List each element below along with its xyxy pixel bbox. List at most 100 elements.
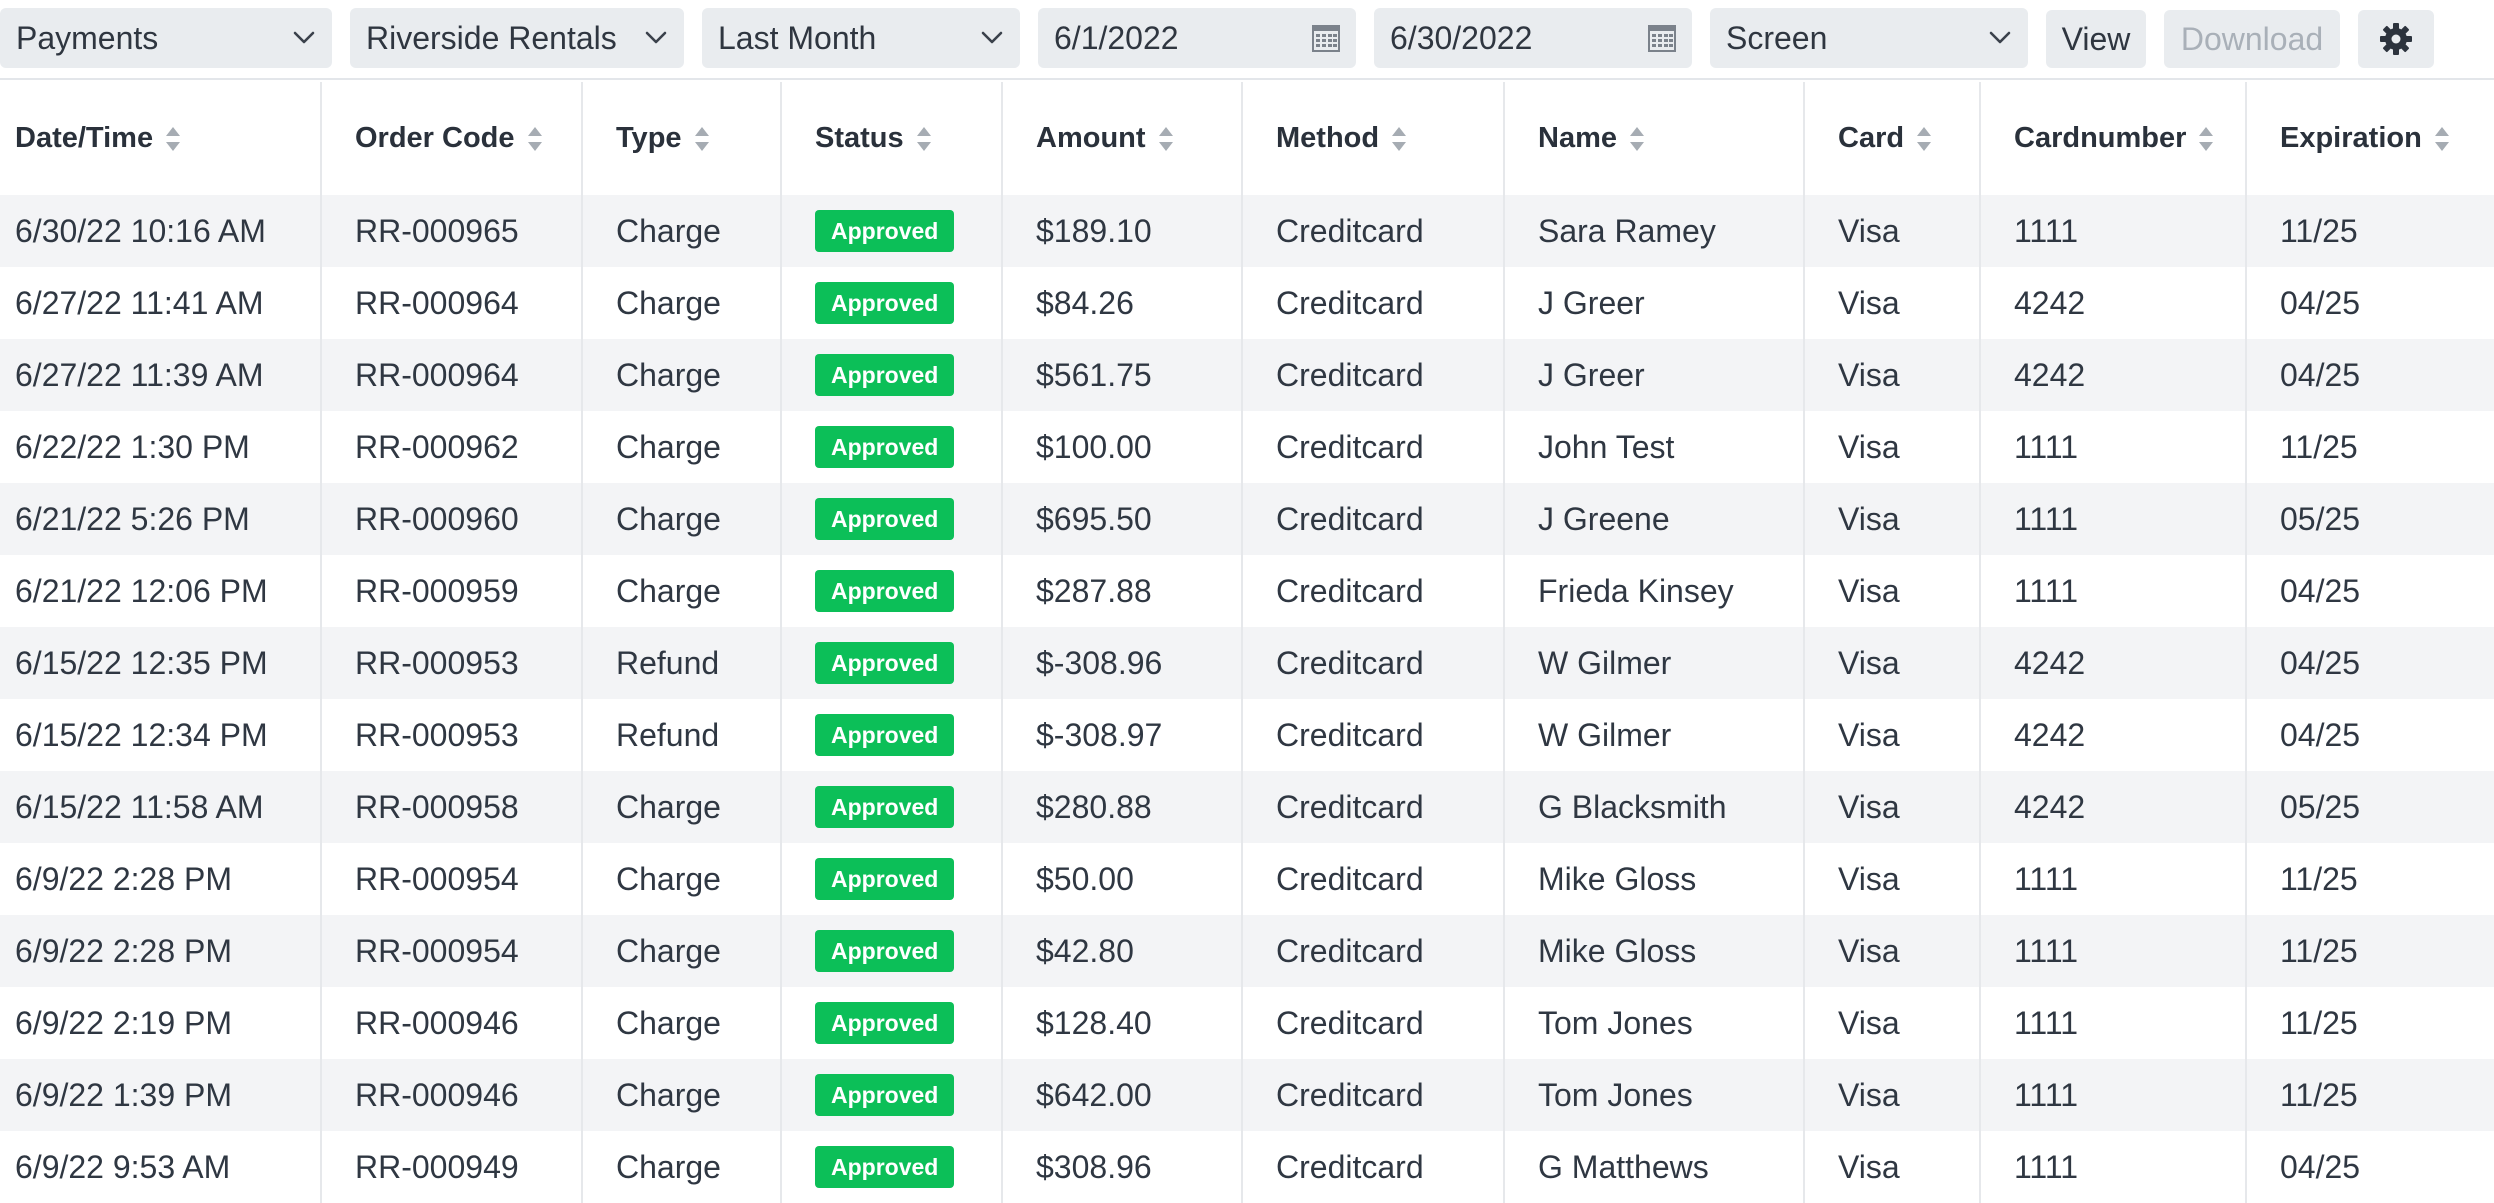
cell-name: Mike Gloss (1505, 915, 1805, 987)
cell-method: Creditcard (1243, 555, 1505, 627)
sort-icon[interactable] (2434, 125, 2450, 153)
cell-status: Approved (782, 411, 1003, 483)
cell-name: Tom Jones (1505, 987, 1805, 1059)
sort-icon[interactable] (527, 125, 543, 153)
settings-button[interactable] (2358, 10, 2434, 68)
cell-amount: $287.88 (1003, 555, 1243, 627)
table-row[interactable]: 6/9/22 2:28 PM RR-000954 Charge Approved $42… (0, 915, 2494, 987)
cell-card: Visa (1805, 1059, 1981, 1131)
cell-date-time: 6/15/22 12:34 PM (0, 699, 322, 771)
table-row[interactable]: 6/30/22 10:16 AM RR-000965 Charge Approved $… (0, 195, 2494, 267)
column-header-label: Date/Time (15, 122, 154, 154)
sort-icon[interactable] (694, 125, 710, 153)
column-header-status[interactable]: Status (782, 82, 1003, 195)
cell-method: Creditcard (1243, 411, 1505, 483)
property-select[interactable]: Riverside Rentals (350, 8, 684, 68)
cell-card: Visa (1805, 843, 1981, 915)
output-select[interactable]: Screen (1710, 8, 2028, 68)
sort-icon[interactable] (1158, 125, 1174, 153)
cell-expiration: 11/25 (2280, 1004, 2358, 1041)
column-header-date-time[interactable]: Date/Time (0, 82, 322, 195)
status-badge: Approved (815, 210, 955, 252)
table-row[interactable]: 6/9/22 9:53 AM RR-000949 Charge Approved $30… (0, 1131, 2494, 1203)
end-date-input[interactable]: 6/30/2022 (1374, 8, 1692, 68)
cell-card: Visa (1805, 267, 1981, 339)
column-header-name[interactable]: Name (1505, 82, 1805, 195)
calendar-icon[interactable] (1296, 8, 1356, 68)
cell-amount: $-308.97 (1003, 699, 1243, 771)
cell-card: Visa (1805, 771, 1981, 843)
table-row[interactable]: 6/22/22 1:30 PM RR-000962 Charge Approved $1… (0, 411, 2494, 483)
cell-card: Visa (1805, 915, 1981, 987)
table-row[interactable]: 6/15/22 12:34 PM RR-000953 Refund Approved $… (0, 699, 2494, 771)
period-select[interactable]: Last Month (702, 8, 1020, 68)
table-row[interactable]: 6/15/22 11:58 AM RR-000958 Charge Approved $… (0, 771, 2494, 843)
cell-status: Approved (782, 987, 1003, 1059)
cell-cardnumber: 1111 (1981, 1059, 2247, 1131)
report-type-select[interactable]: Payments (0, 8, 332, 68)
cell-date-time: 6/22/22 1:30 PM (0, 411, 322, 483)
cell-order-code: RR-000960 (322, 483, 583, 555)
start-date-input[interactable]: 6/1/2022 (1038, 8, 1356, 68)
status-badge: Approved (815, 354, 955, 396)
sort-icon[interactable] (1916, 125, 1932, 153)
cell-order-code: RR-000953 (322, 699, 583, 771)
column-header-cardnumber[interactable]: Cardnumber (1981, 82, 2247, 195)
cell-method: Creditcard (1243, 1131, 1505, 1203)
cell-cardnumber: 4242 (1981, 339, 2247, 411)
column-header-card[interactable]: Card (1805, 82, 1981, 195)
cell-order-code: RR-000946 (322, 1059, 583, 1131)
column-header-order-code[interactable]: Order Code (322, 82, 583, 195)
cell-cardnumber: 4242 (1981, 627, 2247, 699)
table-row[interactable]: 6/9/22 2:28 PM RR-000954 Charge Approved $50… (0, 843, 2494, 915)
cell-status: Approved (782, 699, 1003, 771)
table-row[interactable]: 6/15/22 12:35 PM RR-000953 Refund Approved $… (0, 627, 2494, 699)
status-badge: Approved (815, 282, 955, 324)
cell-expiration: 04/25 (2280, 356, 2361, 393)
report-type-value: Payments (16, 19, 159, 56)
calendar-icon[interactable] (1632, 8, 1692, 68)
table-row[interactable]: 6/21/22 5:26 PM RR-000960 Charge Approved $6… (0, 483, 2494, 555)
cell-card: Visa (1805, 1131, 1981, 1203)
cell-name: Frieda Kinsey (1505, 555, 1805, 627)
sort-icon[interactable] (2198, 125, 2214, 153)
table-row[interactable]: 6/27/22 11:41 AM RR-000964 Charge Approved $… (0, 267, 2494, 339)
cell-status: Approved (782, 195, 1003, 267)
table-row[interactable]: 6/21/22 12:06 PM RR-000959 Charge Approved $… (0, 555, 2494, 627)
cell-expiration: 11/25 (2280, 428, 2358, 465)
cell-type: Charge (583, 483, 782, 555)
column-header-method[interactable]: Method (1243, 82, 1505, 195)
gear-icon (2379, 22, 2413, 56)
column-header-label: Amount (1036, 122, 1146, 154)
column-header-type[interactable]: Type (583, 82, 782, 195)
cell-order-code: RR-000949 (322, 1131, 583, 1203)
cell-expiration: 11/25 (2280, 212, 2358, 249)
end-date-value: 6/30/2022 (1390, 19, 1533, 56)
cell-amount: $642.00 (1003, 1059, 1243, 1131)
cell-date-time: 6/21/22 5:26 PM (0, 483, 322, 555)
column-header-amount[interactable]: Amount (1003, 82, 1243, 195)
cell-expiration: 11/25 (2280, 1076, 2358, 1113)
sort-icon[interactable] (1391, 125, 1407, 153)
cell-amount: $84.26 (1003, 267, 1243, 339)
output-value: Screen (1726, 19, 1828, 56)
table-row[interactable]: 6/27/22 11:39 AM RR-000964 Charge Approved $… (0, 339, 2494, 411)
table-row[interactable]: 6/9/22 2:19 PM RR-000946 Charge Approved $12… (0, 987, 2494, 1059)
cell-cardnumber: 1111 (1981, 411, 2247, 483)
sort-icon[interactable] (165, 125, 181, 153)
view-button[interactable]: View (2046, 10, 2146, 68)
cell-cardnumber: 1111 (1981, 195, 2247, 267)
cell-name: Sara Ramey (1505, 195, 1805, 267)
column-header-label: Name (1538, 122, 1617, 154)
download-button[interactable]: Download (2164, 10, 2340, 68)
cell-card: Visa (1805, 555, 1981, 627)
column-header-label: Card (1838, 122, 1905, 154)
column-header-expiration[interactable]: Expiration (2247, 82, 2494, 195)
sort-icon[interactable] (1629, 125, 1645, 153)
cell-status: Approved (782, 1059, 1003, 1131)
cell-card: Visa (1805, 699, 1981, 771)
table-row[interactable]: 6/9/22 1:39 PM RR-000946 Charge Approved $64… (0, 1059, 2494, 1131)
cell-expiration: 04/25 (2280, 644, 2361, 681)
sort-icon[interactable] (916, 125, 932, 153)
status-badge: Approved (815, 1002, 955, 1044)
